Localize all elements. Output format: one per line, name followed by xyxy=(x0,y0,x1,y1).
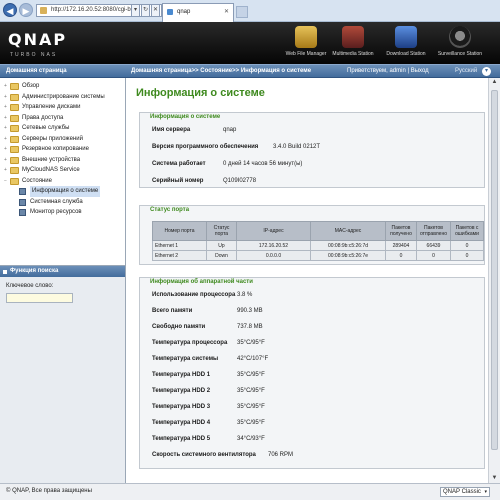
qnap-logo: QNAP xyxy=(8,30,68,49)
sidebar-item-system-admin[interactable]: + Администрирование системы xyxy=(4,92,124,103)
sidebar-item-network-services[interactable]: + Сетевые службы xyxy=(4,123,124,134)
sidebar-item-access-rights[interactable]: + Права доступа xyxy=(4,113,124,124)
tab-title: qnap xyxy=(177,9,191,15)
folder-icon xyxy=(10,114,19,122)
download-station-link[interactable]: Download Station xyxy=(382,26,430,62)
search-panel-header: Функция поиска xyxy=(0,266,125,277)
back-button[interactable]: ◀ xyxy=(3,3,17,17)
sidebar-item-overview[interactable]: + Обзор xyxy=(4,81,124,92)
browser-toolbar: ◀ ▶ http://172.16.20.52:8080/cgi-bin/ ▾ … xyxy=(0,0,500,22)
footer: © QNAP, Все права защищены QNAP Classic … xyxy=(0,483,500,500)
sidebar-item-status[interactable]: − Состояние xyxy=(4,176,124,187)
tab-close-icon[interactable]: ✕ xyxy=(224,4,229,20)
folder-icon xyxy=(10,156,19,164)
table-header-row: Номер порта Статус порта IP-адрес MAC-ад… xyxy=(152,221,484,241)
sidebar-item-external-devices[interactable]: + Внешние устройства xyxy=(4,155,124,166)
app-header: QNAP TURBO NAS Web File Manager Multimed… xyxy=(0,22,500,64)
sidebar-item-app-servers[interactable]: + Серверы приложений xyxy=(4,134,124,145)
column-header: Пакетов с ошибками xyxy=(450,221,484,241)
scroll-down-icon[interactable]: ▼ xyxy=(490,474,499,483)
folder-open-icon xyxy=(10,177,19,185)
refresh-button[interactable]: ↻ xyxy=(141,4,150,17)
port-status-table: Номер порта Статус порта IP-адрес MAC-ад… xyxy=(152,221,484,261)
film-icon xyxy=(342,26,364,48)
column-header: MAC-адрес xyxy=(310,221,386,241)
sidebar-item-mycloudnas[interactable]: + MyCloudNAS Service xyxy=(4,165,124,176)
collapse-icon[interactable] xyxy=(3,270,7,274)
column-header: Номер порта xyxy=(152,221,207,241)
vertical-scrollbar[interactable]: ▲ ▼ xyxy=(488,78,500,483)
logo-subtitle: TURBO NAS xyxy=(10,52,58,58)
document-icon xyxy=(19,198,26,206)
sidebar-item-system-info[interactable]: Информация о системе xyxy=(4,186,124,197)
scroll-up-icon[interactable]: ▲ xyxy=(490,78,499,87)
multimedia-station-link[interactable]: Multimedia Station xyxy=(329,26,377,62)
folder-icon xyxy=(10,93,19,101)
port-status-section: Статус порта Номер порта Статус порта IP… xyxy=(139,205,485,265)
keyword-input[interactable] xyxy=(6,293,73,303)
theme-select[interactable]: QNAP Classic ▾ xyxy=(440,487,490,497)
url-dropdown-button[interactable]: ▾ xyxy=(131,4,140,17)
hardware-info-section: Информация об аппаратной части Использов… xyxy=(139,277,485,469)
chevron-down-icon: ▾ xyxy=(484,489,487,495)
search-panel: Функция поиска Ключевое слово: xyxy=(0,265,125,483)
sidebar-item-disk-management[interactable]: + Управление дисками xyxy=(4,102,124,113)
breadcrumb: Домашняя страница>> Состояние>> Информац… xyxy=(131,68,312,74)
camera-icon xyxy=(449,26,471,48)
page-title: Информация о системе xyxy=(136,87,265,99)
system-info-section: Информация о системе Имя сервера qnap Вер… xyxy=(139,112,485,188)
folder-icon xyxy=(10,146,19,153)
sidebar-item-resource-monitor[interactable]: Монитор ресурсов xyxy=(4,207,124,218)
document-icon xyxy=(19,209,26,216)
table-row: Ethernet 2 Down 0.0.0.0 00:08:9b:c5:26:7… xyxy=(152,250,484,261)
sidebar-item-backup[interactable]: + Резервное копирование xyxy=(4,144,124,155)
sidebar-item-system-service[interactable]: Системная служба xyxy=(4,197,124,208)
nav-tree: + Обзор + Администрирование системы + Управ… xyxy=(4,81,124,218)
folder-icon xyxy=(10,135,19,143)
keyword-label: Ключевое слово: xyxy=(6,283,54,289)
folder-icon xyxy=(10,167,19,174)
folder-icon xyxy=(10,125,19,132)
column-header: Пакетов получено xyxy=(385,221,417,241)
browser-tab[interactable]: qnap ✕ xyxy=(162,3,234,22)
address-text: http://172.16.20.52:8080/cgi-bin/ xyxy=(51,7,138,13)
folder-icon xyxy=(10,83,19,90)
copyright-text: © QNAP, Все права защищены xyxy=(6,488,92,494)
folder-globe-icon xyxy=(295,26,317,48)
page-icon xyxy=(40,7,47,14)
folder-icon xyxy=(10,104,19,111)
column-header: Пакетов отправлено xyxy=(416,221,451,241)
document-icon xyxy=(19,188,26,195)
section-heading: Информация об аппаратной части xyxy=(150,279,253,285)
forward-button[interactable]: ▶ xyxy=(19,3,33,17)
section-heading: Статус порта xyxy=(150,207,190,213)
top-banner: Домашняя страница Домашняя страница>> Со… xyxy=(0,64,500,78)
new-tab-button[interactable] xyxy=(236,6,248,18)
surveillance-station-link[interactable]: Surveillance Station xyxy=(436,26,484,62)
download-icon xyxy=(395,26,417,48)
column-header: IP-адрес xyxy=(236,221,311,241)
language-select[interactable]: Русский xyxy=(455,68,477,74)
section-heading: Информация о системе xyxy=(150,114,221,120)
main-content: Информация о системе Информация о систем… xyxy=(127,78,488,483)
stop-button[interactable]: ✕ xyxy=(151,4,160,17)
language-dropdown-icon[interactable]: ▾ xyxy=(482,67,491,76)
column-header: Статус порта xyxy=(206,221,237,241)
home-link[interactable]: Домашняя страница xyxy=(6,68,67,74)
scroll-thumb[interactable] xyxy=(491,90,498,450)
welcome-logout[interactable]: Приветствуем, admin | Выход xyxy=(347,68,429,74)
web-file-manager-link[interactable]: Web File Manager xyxy=(282,26,330,62)
table-row: Ethernet 1 Up 172.16.20.52 00:08:9b:c5:2… xyxy=(152,240,484,251)
tab-favicon-icon xyxy=(167,9,173,15)
sidebar: + Обзор + Администрирование системы + Управ… xyxy=(0,78,126,483)
